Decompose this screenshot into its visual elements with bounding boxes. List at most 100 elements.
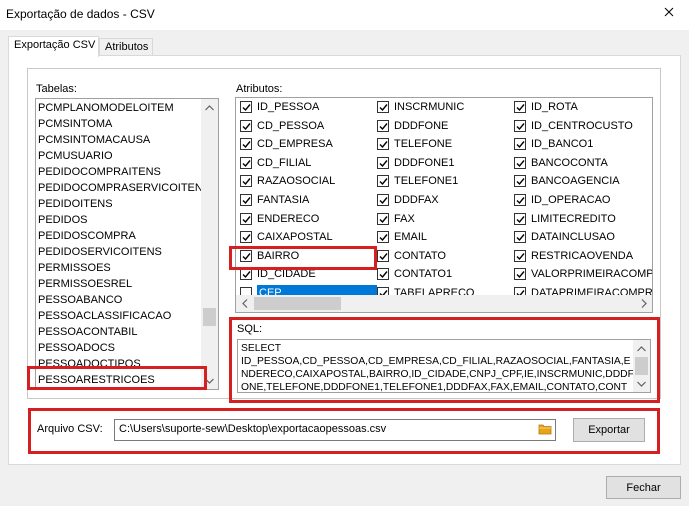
checkbox[interactable] <box>377 249 389 262</box>
chevron-right-icon <box>641 299 647 308</box>
attributes-checklist[interactable]: ID_PESSOA CD_PESSOA CD_EMPRESA CD_FILIAL RAZ… <box>235 97 653 313</box>
checkmark-icon <box>242 271 251 279</box>
table-list-item[interactable]: PERMISSOESREL <box>36 276 200 292</box>
attribute-name: TELEFONE1 <box>394 175 459 188</box>
table-list-item[interactable]: PCMPLANOMODELOITEM <box>36 100 200 116</box>
table-list-item[interactable]: PEDIDOSERVICOITENS <box>36 244 200 260</box>
checkbox[interactable] <box>240 231 252 244</box>
checkbox[interactable] <box>514 212 526 225</box>
csv-path-input[interactable]: C:\Users\suporte-sew\Desktop\exportacaop… <box>114 419 556 441</box>
export-button[interactable]: Exportar <box>573 418 645 442</box>
checkbox[interactable] <box>377 268 389 281</box>
scroll-thumb[interactable] <box>203 308 216 326</box>
checkbox[interactable] <box>514 101 526 113</box>
checkbox[interactable] <box>240 212 252 225</box>
checkbox[interactable] <box>514 194 526 206</box>
attribute-name: DATAINCLUSAO <box>531 231 615 244</box>
checkmark-icon <box>379 104 388 112</box>
attribute-name: LIMITECREDITO <box>531 212 616 225</box>
hscroll-thumb[interactable] <box>254 297 341 310</box>
checkbox[interactable] <box>240 249 252 262</box>
browse-folder-button[interactable] <box>538 423 552 438</box>
table-list-item[interactable]: PEDIDOCOMPRAITENS <box>36 164 200 180</box>
tables-scrollbar[interactable] <box>201 99 218 389</box>
sql-scrollbar[interactable] <box>633 340 650 392</box>
close-dialog-button[interactable]: Fechar <box>606 476 681 499</box>
table-list-item[interactable]: PESSOADOCS <box>36 340 200 356</box>
folder-icon <box>538 424 552 435</box>
attributes-hscrollbar[interactable] <box>236 295 652 312</box>
checkbox[interactable] <box>514 119 526 132</box>
tables-listbox[interactable]: PCMPLANOMODELOITEM PCMSINTOMA PCMSINTOMACA… <box>35 98 219 390</box>
table-list-item[interactable]: PCMSINTOMA <box>36 116 200 132</box>
checkmark-icon <box>379 252 388 260</box>
table-list-item[interactable]: PEDIDOITENS <box>36 196 200 212</box>
checkmark-icon <box>379 122 388 130</box>
checkbox[interactable] <box>514 138 526 151</box>
checkbox[interactable] <box>377 119 389 132</box>
scroll-up-button[interactable] <box>633 340 650 357</box>
table-list-item[interactable]: PESSOABANCO <box>36 292 200 308</box>
attribute-name: VALORPRIMEIRACOMPRA <box>531 268 653 281</box>
checkmark-icon <box>516 159 525 167</box>
checkmark-icon <box>379 271 388 279</box>
checkbox[interactable] <box>377 156 389 169</box>
checkbox[interactable] <box>377 212 389 225</box>
attribute-name: DDDFONE <box>394 119 449 132</box>
table-list-item[interactable]: PERMISSOES <box>36 260 200 276</box>
table-list-item[interactable]: PESSOARESTRICOES <box>36 372 200 388</box>
checkbox[interactable] <box>377 101 389 113</box>
checkbox[interactable] <box>240 194 252 206</box>
checkmark-icon <box>379 234 388 242</box>
checkmark-icon <box>516 141 525 149</box>
table-list-item[interactable]: PESSOADOCTIPOS <box>36 356 200 372</box>
checkbox[interactable] <box>240 175 252 188</box>
table-list-item[interactable]: PEDIDOSCOMPRA <box>36 228 200 244</box>
tab-atributos[interactable]: Atributos <box>99 38 153 56</box>
checkbox[interactable] <box>514 231 526 244</box>
attribute-name: RAZAOSOCIAL <box>257 175 336 188</box>
checkbox[interactable] <box>514 175 526 188</box>
attribute-name: ID_OPERACAO <box>531 194 611 206</box>
sql-textarea[interactable]: SELECT ID_PESSOA,CD_PESSOA,CD_EMPRESA,CD… <box>237 339 651 393</box>
checkmark-icon <box>516 271 525 279</box>
attribute-name: ID_CENTROCUSTO <box>531 119 633 132</box>
checkbox[interactable] <box>240 119 252 132</box>
attribute-name: BAIRRO <box>257 249 300 262</box>
scroll-right-button[interactable] <box>635 295 652 312</box>
scroll-down-button[interactable] <box>201 372 218 389</box>
tab-label: Atributos <box>105 41 149 53</box>
checkbox[interactable] <box>377 231 389 244</box>
attribute-name: BANCOAGENCIA <box>531 175 620 188</box>
tab-exportacao-csv[interactable]: Exportação CSV <box>8 36 99 57</box>
checkbox[interactable] <box>240 156 252 169</box>
checkbox[interactable] <box>240 268 252 281</box>
close-window-button[interactable] <box>657 3 681 23</box>
table-list-item[interactable]: PESSOACONTABIL <box>36 324 200 340</box>
checkmark-icon <box>242 159 251 167</box>
scroll-up-button[interactable] <box>201 99 218 116</box>
checkbox[interactable] <box>514 268 526 281</box>
table-list-item[interactable]: PESSOACLASSIFICACAO <box>36 308 200 324</box>
scroll-down-button[interactable] <box>633 375 650 392</box>
table-list-item[interactable]: PCMSINTOMACAUSA <box>36 132 200 148</box>
checkbox[interactable] <box>514 249 526 262</box>
csv-file-label: Arquivo CSV: <box>37 423 103 435</box>
table-list-item[interactable]: PESSOAS <box>36 388 200 389</box>
checkbox[interactable] <box>514 156 526 169</box>
attributes-label: Atributos: <box>236 83 283 95</box>
table-list-item[interactable]: PCMUSUARIO <box>36 148 200 164</box>
sql-label: SQL: <box>237 323 263 335</box>
checkbox[interactable] <box>377 138 389 151</box>
checkbox[interactable] <box>377 175 389 188</box>
scroll-left-button[interactable] <box>236 295 253 312</box>
checkbox[interactable] <box>240 138 252 151</box>
checkbox[interactable] <box>240 101 252 113</box>
csv-path-value: C:\Users\suporte-sew\Desktop\exportacaop… <box>119 423 387 435</box>
attribute-name: CD_EMPRESA <box>257 138 333 151</box>
checkbox[interactable] <box>377 194 389 206</box>
table-list-item[interactable]: PEDIDOCOMPRASERVICOITENS <box>36 180 210 196</box>
scroll-thumb[interactable] <box>635 357 648 375</box>
sql-text: SELECT ID_PESSOA,CD_PESSOA,CD_EMPRESA,CD… <box>241 343 634 393</box>
table-list-item[interactable]: PEDIDOS <box>36 212 200 228</box>
